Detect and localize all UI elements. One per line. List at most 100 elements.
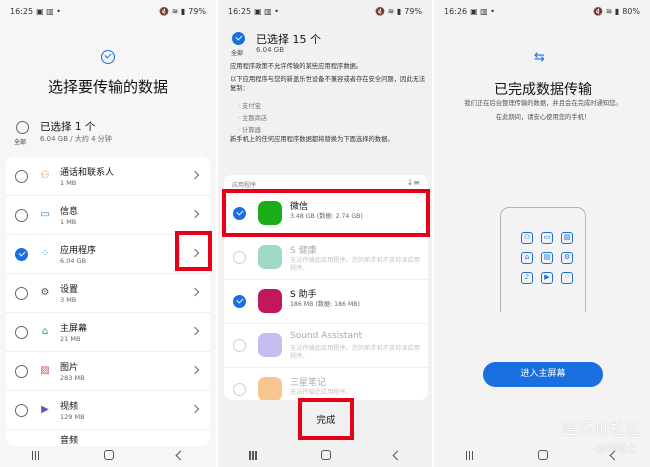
recent-apps-icon[interactable] (249, 450, 258, 460)
apps-grid-icon: ⁘ (40, 248, 50, 259)
data-category-list: ⚇ 通话和联系人 1 MB ▭ 信息 1 MB ⁘ 应用程序 6.04 GB ⚙… (6, 157, 210, 446)
item-name: 视频 (60, 402, 79, 412)
list-item-images[interactable]: ▨ 图片 283 MB (6, 352, 210, 391)
select-all-radio[interactable] (16, 121, 29, 134)
item-checkbox[interactable] (15, 287, 28, 300)
app-checkbox-checked[interactable] (233, 295, 246, 308)
check-circle-icon (101, 50, 115, 64)
page-title: 已完成数据传输 (494, 82, 592, 98)
chevron-right-icon[interactable] (190, 209, 200, 219)
item-checkbox[interactable] (15, 326, 28, 339)
document-icon: ▤ (541, 252, 553, 264)
signal-icons: 🔇 ≋ ▮ (375, 6, 402, 16)
samsung-notes-app-icon (258, 377, 282, 400)
notification-icons: ▣ ▥ • (254, 6, 279, 16)
item-name: 信息 (60, 207, 79, 217)
s-health-app-icon (258, 245, 282, 269)
app-name: S 助手 (290, 290, 317, 300)
excluded-app: · 主题商店 (238, 115, 268, 122)
app-size: 无法传输此应用程序。 (290, 389, 352, 396)
item-checkbox[interactable] (15, 365, 28, 378)
navigation-bar (0, 443, 216, 467)
item-checkbox[interactable] (15, 404, 28, 417)
home-nav-icon[interactable] (103, 450, 114, 460)
app-row-sound-assistant: Sound Assistant 无法传输此应用程序。您的新手机不支持该应用程序。 (224, 323, 428, 367)
battery-level: 79% (404, 6, 422, 16)
back-icon[interactable] (609, 450, 620, 460)
app-name: Sound Assistant (290, 331, 363, 341)
selected-count: 已选择 15 个 (256, 33, 321, 46)
select-all-checkbox[interactable] (232, 32, 245, 45)
navigation-bar (218, 443, 432, 467)
list-caption: 应用程序 (232, 182, 257, 189)
select-all-row[interactable]: 全部 已选择 1 个 6.04 GB / 大约 4 分钟 (14, 119, 204, 155)
select-all-label: 全部 (231, 50, 244, 57)
home-nav-icon[interactable] (537, 450, 548, 460)
gear-icon: ⚙ (40, 287, 50, 298)
list-item-messages[interactable]: ▭ 信息 1 MB (6, 196, 210, 235)
message-icon: ▭ (541, 232, 553, 244)
chevron-right-icon[interactable] (190, 287, 200, 297)
selected-count: 已选择 1 个 (40, 121, 96, 133)
app-checkbox-disabled (233, 383, 246, 396)
item-checkbox[interactable] (15, 170, 28, 183)
app-name: 三星笔记 (290, 378, 327, 388)
item-name: 通话和联系人 (60, 168, 115, 178)
selected-size: 6.04 GB (256, 46, 285, 54)
recent-apps-icon[interactable] (31, 450, 41, 460)
back-icon[interactable] (392, 450, 403, 460)
app-size: 无法传输此应用程序。您的新手机不支持该应用程序。 (290, 345, 420, 360)
app-name: S 健康 (290, 246, 317, 256)
select-all-label: 全部 (14, 139, 27, 146)
phone-screen-select-data: 16:25 ▣ ▥ • 🔇 ≋ ▮ 79% 选择要传输的数据 全部 已选择 1 个 … (0, 0, 216, 467)
excluded-app: · 计算器 (238, 127, 261, 134)
info-message: 我们正在后台整理传输的数据，并且会在完成时通知您。 (464, 100, 622, 107)
chevron-right-icon[interactable] (190, 404, 200, 414)
item-checkbox[interactable] (15, 209, 28, 222)
back-icon[interactable] (175, 450, 186, 460)
sound-assistant-app-icon (258, 333, 282, 357)
transfer-arrows-icon: ⇆ (534, 50, 545, 65)
selected-size: 6.04 GB / 大约 4 分钟 (40, 135, 112, 143)
app-row-s-assistant[interactable]: S 助手 186 MB (数据: 186 MB) (224, 279, 428, 323)
notification-icons: ▣ ▥ • (470, 6, 495, 16)
item-size: 129 MB (60, 413, 85, 421)
highlight-box (298, 398, 354, 440)
phone-illustration: ⚇ ▭ ▨ ⌂ ▤ ⚙ ♪ ▶ ⁘ (500, 207, 586, 312)
status-bar: 16:25 ▣ ▥ • 🔇 ≋ ▮ 79% (10, 4, 206, 18)
status-time: 16:26 (444, 6, 468, 16)
app-row-samsung-notes: 三星笔记 无法传输此应用程序。 (224, 367, 428, 400)
item-name: 应用程序 (60, 246, 97, 256)
list-item-videos[interactable]: ▶ 视频 129 MB (6, 391, 210, 430)
item-size: 1 MB (60, 218, 77, 226)
item-name: 设置 (60, 285, 79, 295)
item-size: 3 MB (60, 296, 77, 304)
home-icon: ⌂ (521, 252, 533, 264)
person-icon: ⚇ (40, 170, 50, 181)
app-size: 186 MB (数据: 186 MB) (290, 301, 360, 308)
item-size: 1 MB (60, 179, 77, 187)
incompatible-note: 以下应用程序与您的新盖乐世设备不兼容或者存在安全问题，因此无法复制： (230, 76, 426, 92)
app-icon-grid: ⚇ ▭ ▨ ⌂ ▤ ⚙ ♪ ▶ ⁘ (517, 232, 577, 284)
app-checkbox-disabled (233, 251, 246, 264)
video-icon: ▶ (41, 404, 49, 415)
phone-screen-app-selection: 16:25 ▣ ▥ • 🔇 ≋ ▮ 79% 全部 已选择 15 个 6.04 GB … (216, 0, 432, 467)
image-icon: ▨ (561, 232, 573, 244)
status-bar: 16:25 ▣ ▥ • 🔇 ≋ ▮ 79% (228, 4, 422, 18)
list-item-contacts[interactable]: ⚇ 通话和联系人 1 MB (6, 157, 210, 196)
go-to-home-screen-button[interactable]: 进入主屏幕 (483, 362, 603, 387)
status-time: 16:25 (10, 6, 34, 16)
highlight-box (222, 189, 430, 237)
chevron-right-icon[interactable] (190, 326, 200, 336)
item-checkbox-checked[interactable] (15, 248, 28, 261)
sort-icon[interactable]: ↓≡ (407, 178, 420, 187)
item-size: 6.04 GB (60, 257, 87, 265)
page-title: 选择要传输的数据 (47, 78, 168, 96)
chevron-right-icon[interactable] (190, 170, 200, 180)
list-item-home-screen[interactable]: ⌂ 主屏幕 21 MB (6, 313, 210, 352)
recent-apps-icon[interactable] (465, 450, 475, 460)
home-nav-icon[interactable] (320, 450, 331, 460)
phone-screen-transfer-complete: 16:26 ▣ ▥ • 🔇 ≋ ▮ 80% ⇆ 已完成数据传输 我们正在后台整理传输… (432, 0, 650, 467)
list-item-settings[interactable]: ⚙ 设置 3 MB (6, 274, 210, 313)
chevron-right-icon[interactable] (190, 365, 200, 375)
